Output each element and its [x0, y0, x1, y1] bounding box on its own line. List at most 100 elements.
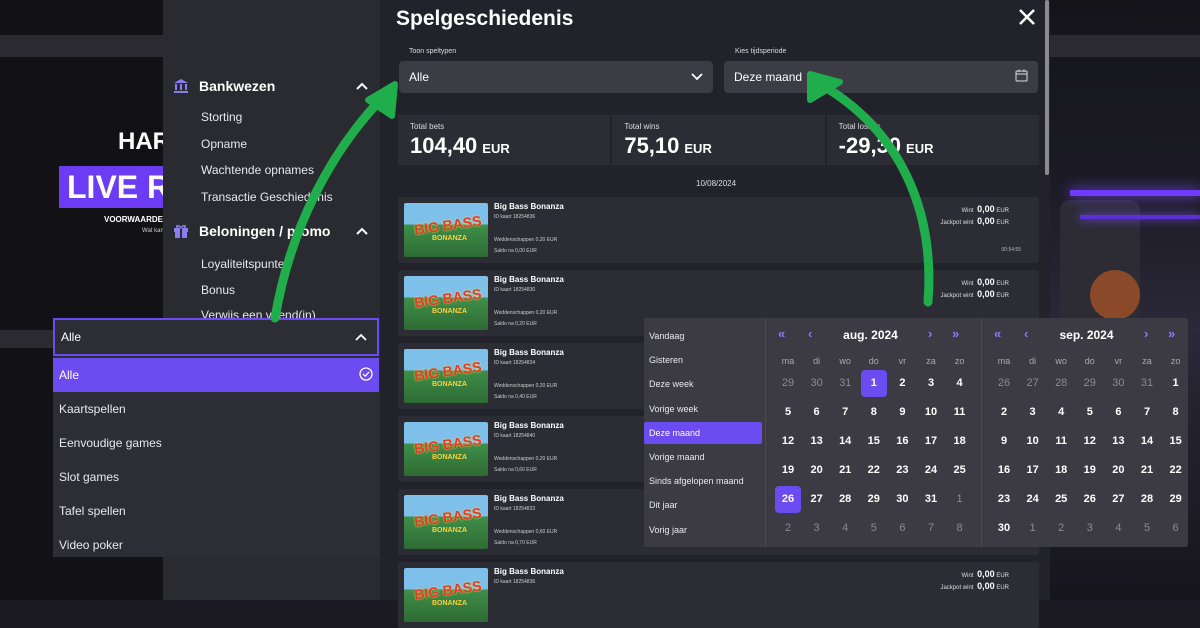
- calendar-day[interactable]: 31: [1133, 370, 1161, 397]
- calendar-day[interactable]: 22: [860, 457, 888, 484]
- next-month-icon[interactable]: ›: [928, 326, 932, 341]
- calendar-day[interactable]: 5: [860, 515, 888, 542]
- calendar-day[interactable]: 15: [860, 428, 888, 455]
- sidebar-section-rewards[interactable]: Beloningen / promo: [173, 223, 368, 239]
- calendar-day[interactable]: 7: [831, 399, 859, 426]
- calendar-day[interactable]: 31: [917, 486, 945, 513]
- calendar-day[interactable]: 8: [946, 515, 974, 542]
- calendar-day[interactable]: 22: [1162, 457, 1190, 484]
- calendar-day[interactable]: 8: [1162, 399, 1190, 426]
- calendar-day[interactable]: 20: [803, 457, 831, 484]
- calendar-day[interactable]: 4: [1104, 515, 1132, 542]
- calendar-day[interactable]: 4: [831, 515, 859, 542]
- calendar-day[interactable]: 16: [990, 457, 1018, 484]
- calendar-day[interactable]: 19: [774, 457, 802, 484]
- calendar-day[interactable]: 1: [1019, 515, 1047, 542]
- calendar-day[interactable]: 23: [888, 457, 916, 484]
- close-icon[interactable]: [1018, 6, 1036, 32]
- calendar-day[interactable]: 6: [803, 399, 831, 426]
- calendar-day[interactable]: 2: [774, 515, 802, 542]
- calendar-day[interactable]: 27: [1019, 370, 1047, 397]
- dropdown-option[interactable]: Alle: [53, 358, 379, 392]
- calendar-day[interactable]: 26: [775, 486, 801, 513]
- calendar-day[interactable]: 27: [1104, 486, 1132, 513]
- calendar-day[interactable]: 5: [1133, 515, 1161, 542]
- next-year-icon[interactable]: »: [952, 326, 959, 341]
- calendar-day[interactable]: 7: [1133, 399, 1161, 426]
- calendar-day[interactable]: 2: [1047, 515, 1075, 542]
- calendar-day[interactable]: 1: [1162, 370, 1190, 397]
- calendar-day[interactable]: 29: [860, 486, 888, 513]
- calendar-day[interactable]: 2: [888, 370, 916, 397]
- calendar-day[interactable]: 25: [946, 457, 974, 484]
- calendar-day[interactable]: 9: [888, 399, 916, 426]
- calendar-day[interactable]: 3: [1019, 399, 1047, 426]
- calendar-day[interactable]: 14: [1133, 428, 1161, 455]
- period-preset[interactable]: Gisteren: [644, 349, 762, 371]
- calendar-day[interactable]: 30: [803, 370, 831, 397]
- calendar-day[interactable]: 29: [774, 370, 802, 397]
- dropdown-option[interactable]: Eenvoudige games: [53, 426, 379, 460]
- period-preset[interactable]: Vorig jaar: [644, 519, 762, 541]
- calendar-day[interactable]: 26: [1076, 486, 1104, 513]
- period-preset[interactable]: Vorige maand: [644, 446, 762, 468]
- calendar-day[interactable]: 30: [888, 486, 916, 513]
- period-preset[interactable]: Deze maand: [644, 421, 762, 444]
- calendar-day[interactable]: 18: [1047, 457, 1075, 484]
- chevron-up-icon[interactable]: [356, 79, 368, 93]
- sidebar-item-transactions[interactable]: Transactie Geschiedenis: [201, 190, 333, 204]
- sidebar-item-deposit[interactable]: Storting: [201, 110, 242, 124]
- calendar-day[interactable]: 28: [1133, 486, 1161, 513]
- period-preset[interactable]: Deze week: [644, 373, 762, 395]
- calendar-day[interactable]: 5: [774, 399, 802, 426]
- next-month-icon[interactable]: ›: [1144, 326, 1148, 341]
- calendar-day[interactable]: 21: [831, 457, 859, 484]
- calendar-day[interactable]: 15: [1162, 428, 1190, 455]
- sidebar-section-banking[interactable]: Bankwezen: [173, 78, 368, 94]
- calendar-day[interactable]: 27: [803, 486, 831, 513]
- calendar-day[interactable]: 23: [990, 486, 1018, 513]
- calendar-day[interactable]: 3: [917, 370, 945, 397]
- calendar-day[interactable]: 21: [1133, 457, 1161, 484]
- calendar-day[interactable]: 17: [1019, 457, 1047, 484]
- calendar-day[interactable]: 6: [1104, 399, 1132, 426]
- calendar-day[interactable]: 29: [1076, 370, 1104, 397]
- game-row[interactable]: BIG BASS BONANZA Big Bass Bonanza ID kaart …: [398, 197, 1039, 263]
- period-preset[interactable]: Vandaag: [644, 325, 762, 347]
- calendar-day[interactable]: 6: [888, 515, 916, 542]
- calendar-day[interactable]: 24: [1019, 486, 1047, 513]
- calendar-day[interactable]: 30: [1104, 370, 1132, 397]
- calendar-day[interactable]: 14: [831, 428, 859, 455]
- dropdown-option[interactable]: Tafel spellen: [53, 494, 379, 528]
- sidebar-item-pending[interactable]: Wachtende opnames: [201, 163, 314, 177]
- calendar-day[interactable]: 3: [1076, 515, 1104, 542]
- calendar-day[interactable]: 9: [990, 428, 1018, 455]
- dropdown-option[interactable]: Video poker: [53, 528, 379, 562]
- dropdown-option[interactable]: Slot games: [53, 460, 379, 494]
- game-type-select[interactable]: Alle: [399, 61, 713, 93]
- calendar-day[interactable]: 11: [946, 399, 974, 426]
- calendar-day[interactable]: 5: [1076, 399, 1104, 426]
- calendar-day[interactable]: 4: [946, 370, 974, 397]
- calendar-day[interactable]: 13: [1104, 428, 1132, 455]
- calendar-day[interactable]: 28: [1047, 370, 1075, 397]
- calendar-day[interactable]: 13: [803, 428, 831, 455]
- calendar-day[interactable]: 11: [1047, 428, 1075, 455]
- calendar-day[interactable]: 12: [774, 428, 802, 455]
- calendar-day[interactable]: 29: [1162, 486, 1190, 513]
- calendar-day[interactable]: 1: [946, 486, 974, 513]
- sidebar-item-bonus[interactable]: Bonus: [201, 283, 235, 297]
- calendar-day[interactable]: 19: [1076, 457, 1104, 484]
- calendar-day[interactable]: 17: [917, 428, 945, 455]
- next-year-icon[interactable]: »: [1168, 326, 1175, 341]
- scrollbar[interactable]: [1045, 0, 1049, 175]
- sidebar-item-loyalty[interactable]: Loyaliteitspunten: [201, 257, 291, 271]
- calendar-day[interactable]: 4: [1047, 399, 1075, 426]
- period-preset[interactable]: Vorige week: [644, 398, 762, 420]
- period-preset[interactable]: Dit jaar: [644, 494, 762, 516]
- dropdown-option[interactable]: Kaartspellen: [53, 392, 379, 426]
- calendar-day[interactable]: 2: [990, 399, 1018, 426]
- calendar-day[interactable]: 24: [917, 457, 945, 484]
- calendar-day[interactable]: 31: [831, 370, 859, 397]
- calendar-day[interactable]: 12: [1076, 428, 1104, 455]
